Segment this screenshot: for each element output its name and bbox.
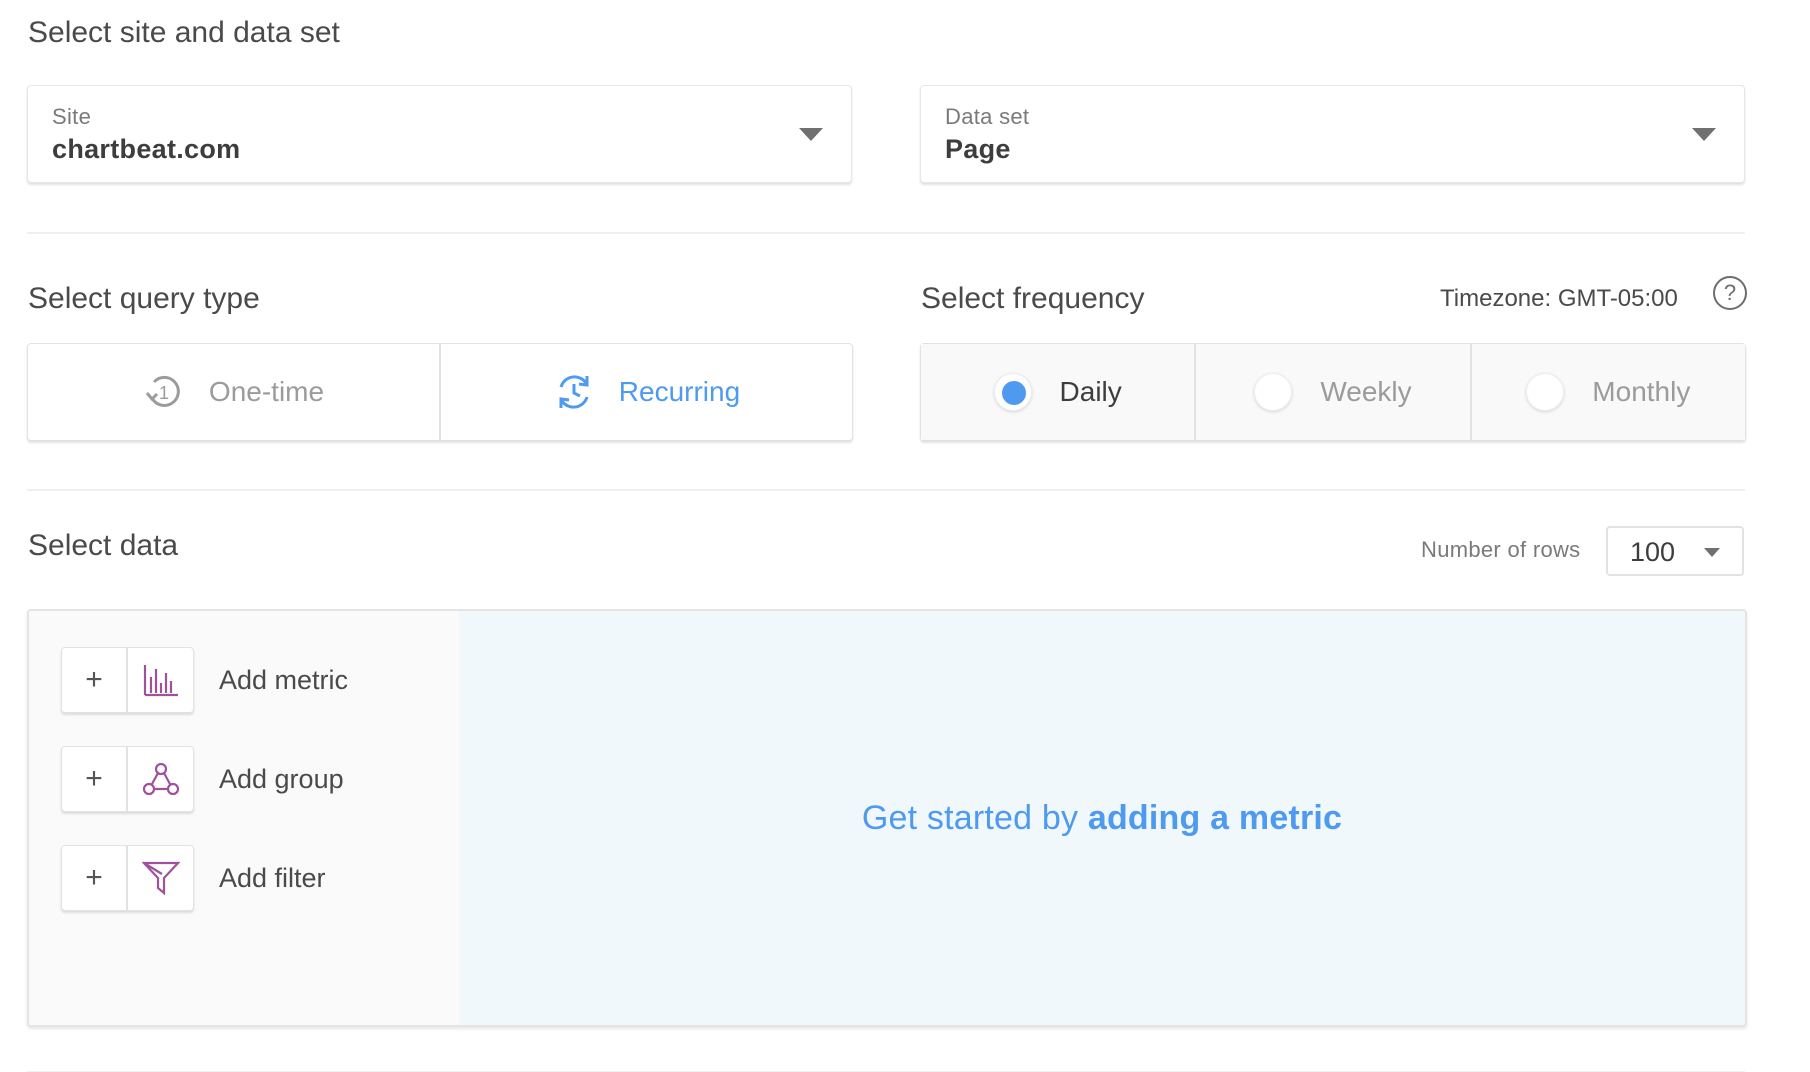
add-filter-row: + Add filter (61, 845, 326, 911)
recurring-icon (559, 375, 589, 409)
radio-unselected-icon (1526, 373, 1565, 411)
frequency-monthly[interactable]: Monthly (1471, 344, 1745, 440)
funnel-icon (141, 861, 180, 896)
one-time-label: One-time (208, 376, 325, 407)
svg-text:1: 1 (159, 383, 169, 403)
add-metric-button[interactable]: + (61, 647, 194, 713)
add-metric-link[interactable]: adding a metric (1088, 799, 1342, 837)
dataset-select-value: Page (945, 134, 1011, 164)
group-nodes-icon (142, 762, 179, 796)
one-time-icon: 1 (145, 375, 180, 407)
site-select-label: Site (52, 104, 92, 129)
radio-selected-icon (993, 373, 1032, 411)
chevron-down-icon (1704, 548, 1720, 557)
site-select-value: chartbeat.com (52, 134, 241, 164)
frequency-title: Select frequency (921, 282, 1145, 315)
plus-icon: + (62, 846, 128, 910)
data-panel: + Add metric + Add group + Add filter Ge… (27, 609, 1747, 1027)
chevron-down-icon (799, 128, 823, 141)
frequency-segmented: Daily Weekly Monthly (920, 343, 1746, 441)
bar-chart-icon (143, 665, 178, 697)
add-metric-row: + Add metric (61, 647, 348, 713)
recurring-label: Recurring (618, 376, 741, 407)
query-type-title: Select query type (28, 282, 260, 315)
add-group-row: + Add group (61, 746, 344, 812)
timezone-label: Timezone: GMT-05:00 (1440, 285, 1678, 312)
cta-prefix: Get started by (861, 798, 1079, 837)
plus-icon: + (62, 747, 128, 811)
select-data-title: Select data (28, 529, 179, 562)
query-builder-page: Select site and data set Site chartbeat.… (0, 0, 1810, 1072)
dataset-select[interactable]: Data set Page (920, 85, 1745, 183)
data-actions-panel: + Add metric + Add group + Add filter (29, 611, 459, 1025)
query-type-recurring[interactable]: Recurring (441, 344, 852, 440)
section-divider (27, 489, 1745, 491)
site-select[interactable]: Site chartbeat.com (27, 85, 852, 183)
plus-icon: + (62, 648, 128, 712)
chevron-down-icon (1692, 128, 1716, 141)
add-filter-label[interactable]: Add filter (219, 863, 326, 894)
frequency-weekly[interactable]: Weekly (1196, 344, 1472, 440)
monthly-label: Monthly (1592, 376, 1691, 407)
empty-state-message: Get started by adding a metric (862, 799, 1342, 838)
add-group-button[interactable]: + (61, 746, 194, 812)
frequency-daily[interactable]: Daily (921, 344, 1197, 440)
query-type-segmented: 1 One-time Recurring (27, 343, 853, 441)
rows-select-value: 100 (1630, 537, 1676, 567)
empty-state-panel: Get started by adding a metric (459, 611, 1745, 1025)
rows-label: Number of rows (1421, 537, 1581, 562)
radio-unselected-icon (1254, 373, 1293, 411)
help-icon[interactable]: ? (1713, 276, 1747, 310)
query-type-one-time[interactable]: 1 One-time (28, 344, 441, 440)
site-section-title: Select site and data set (28, 16, 340, 49)
rows-select[interactable]: 100 (1606, 526, 1744, 576)
section-divider (27, 232, 1745, 234)
daily-label: Daily (1059, 376, 1122, 407)
add-group-label[interactable]: Add group (219, 764, 344, 795)
add-metric-label[interactable]: Add metric (219, 665, 348, 696)
dataset-select-label: Data set (945, 104, 1030, 129)
add-filter-button[interactable]: + (61, 845, 194, 911)
weekly-label: Weekly (1320, 376, 1412, 407)
